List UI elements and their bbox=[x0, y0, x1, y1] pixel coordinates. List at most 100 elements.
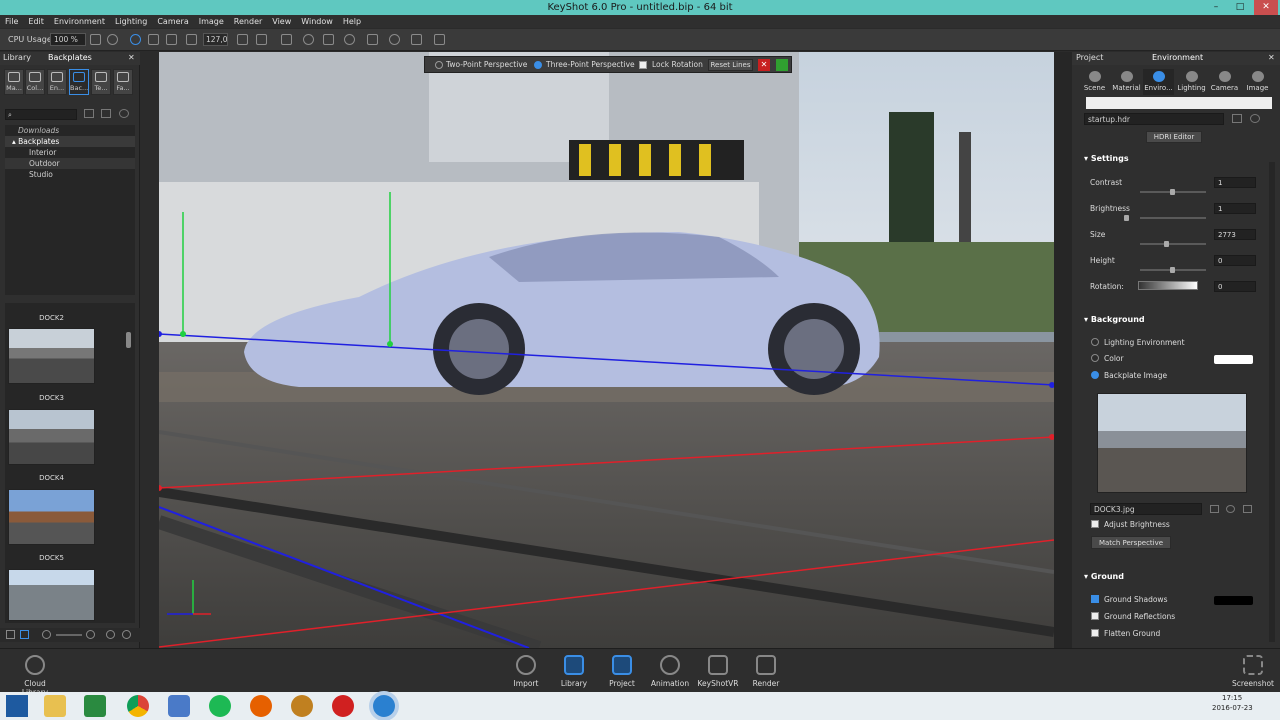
hdri-file-field[interactable]: startup.hdr bbox=[1084, 113, 1224, 125]
import-button[interactable]: Import bbox=[504, 655, 548, 688]
hdri-folder-icon[interactable] bbox=[1232, 114, 1242, 123]
tool-icon-4[interactable] bbox=[323, 34, 334, 45]
maximize-button[interactable]: □ bbox=[1228, 0, 1252, 15]
contrast-input[interactable]: 1 bbox=[1214, 177, 1256, 188]
library-close-icon[interactable]: ✕ bbox=[128, 52, 135, 64]
animation-button[interactable]: Animation bbox=[648, 655, 692, 688]
tab-material[interactable]: Material bbox=[1111, 69, 1142, 95]
library-search-input[interactable]: ⌕ bbox=[5, 109, 77, 120]
tab-backplates[interactable]: Bac... bbox=[69, 69, 89, 95]
tab-camera[interactable]: Camera bbox=[1209, 69, 1240, 95]
project-button[interactable]: Project bbox=[600, 655, 644, 688]
grid-view-icon[interactable] bbox=[20, 630, 29, 639]
tree-outdoor[interactable]: Outdoor bbox=[5, 158, 135, 169]
excel-icon[interactable] bbox=[84, 695, 106, 717]
tree-interior[interactable]: Interior bbox=[5, 147, 135, 158]
thumb-dock3[interactable] bbox=[8, 328, 95, 384]
background-header[interactable]: ▾ Background bbox=[1084, 315, 1145, 324]
tool-icon-1[interactable] bbox=[237, 34, 248, 45]
ground-shadows-checkbox[interactable] bbox=[1091, 595, 1099, 603]
settings-icon[interactable] bbox=[122, 630, 131, 639]
backplate-radio[interactable] bbox=[1091, 371, 1099, 379]
tool-icon-6[interactable] bbox=[367, 34, 378, 45]
tab-colors[interactable]: Col... bbox=[25, 69, 45, 95]
lighting-environment-radio[interactable] bbox=[1091, 338, 1099, 346]
thumb-dock5[interactable] bbox=[8, 489, 95, 545]
menu-lighting[interactable]: Lighting bbox=[110, 15, 152, 28]
refresh-library-icon[interactable] bbox=[119, 109, 129, 118]
rotation-input[interactable]: 0 bbox=[1214, 281, 1256, 292]
thumb-size-slider[interactable] bbox=[56, 634, 82, 636]
cpu-usage-select[interactable]: 100 % bbox=[50, 33, 86, 46]
camera-icon[interactable] bbox=[186, 34, 197, 45]
brightness-input[interactable]: 1 bbox=[1214, 203, 1256, 214]
size-knob[interactable] bbox=[1164, 241, 1169, 247]
zoom-out-icon[interactable] bbox=[42, 630, 51, 639]
panel-splitter[interactable] bbox=[1054, 52, 1072, 648]
minimize-button[interactable]: – bbox=[1204, 0, 1228, 15]
ground-reflections-checkbox[interactable] bbox=[1091, 612, 1099, 620]
keyshot-taskbar-icon[interactable] bbox=[373, 695, 395, 717]
menu-edit[interactable]: Edit bbox=[23, 15, 49, 28]
tool-icon-7[interactable] bbox=[389, 34, 400, 45]
hdri-reload-icon[interactable] bbox=[1250, 114, 1260, 123]
height-slider[interactable] bbox=[1140, 267, 1206, 273]
hdri-editor-button[interactable]: HDRI Editor bbox=[1146, 131, 1202, 143]
project-scrollbar[interactable] bbox=[1269, 162, 1275, 642]
ground-header[interactable]: ▾ Ground bbox=[1084, 572, 1124, 581]
close-button[interactable]: ✕ bbox=[1254, 0, 1278, 15]
record-icon[interactable] bbox=[332, 695, 354, 717]
start-icon[interactable] bbox=[6, 695, 28, 717]
height-knob[interactable] bbox=[1170, 267, 1175, 273]
color-radio[interactable] bbox=[1091, 354, 1099, 362]
size-slider[interactable] bbox=[1140, 241, 1206, 247]
reset-lines-button[interactable]: Reset Lines bbox=[708, 59, 753, 71]
fov-input[interactable]: 127,0 bbox=[203, 33, 228, 46]
render-button[interactable]: Render bbox=[744, 655, 788, 688]
menu-render[interactable]: Render bbox=[229, 15, 267, 28]
contrast-knob[interactable] bbox=[1170, 189, 1175, 195]
headphones-icon[interactable] bbox=[291, 695, 313, 717]
screenshot-button[interactable]: Screenshot bbox=[1230, 655, 1276, 688]
thumb-dock6[interactable] bbox=[8, 569, 95, 621]
firefox-icon[interactable] bbox=[250, 695, 272, 717]
cancel-icon[interactable]: ✕ bbox=[758, 59, 770, 71]
cloud-library-button[interactable]: Cloud Library bbox=[12, 655, 58, 697]
app-icon[interactable] bbox=[168, 695, 190, 717]
fit-icon[interactable] bbox=[148, 34, 159, 45]
tree-root[interactable]: Downloads bbox=[5, 125, 135, 136]
tab-lighting[interactable]: Lighting bbox=[1176, 69, 1207, 95]
tree-studio[interactable]: Studio bbox=[5, 169, 135, 180]
thumbnail-scrollbar[interactable] bbox=[126, 332, 131, 348]
cloud-icon[interactable] bbox=[106, 630, 115, 639]
lock-rotation-checkbox[interactable] bbox=[639, 61, 647, 69]
render-viewport[interactable] bbox=[159, 52, 1054, 648]
adjust-brightness-checkbox[interactable] bbox=[1091, 520, 1099, 528]
color-swatch[interactable] bbox=[1214, 355, 1253, 364]
download-icon[interactable] bbox=[166, 34, 177, 45]
tab-materials[interactable]: Ma... bbox=[4, 69, 24, 95]
tool-icon-3[interactable] bbox=[281, 34, 292, 45]
three-point-radio[interactable] bbox=[534, 61, 542, 69]
shadow-color-swatch[interactable] bbox=[1214, 596, 1253, 605]
accept-icon[interactable] bbox=[776, 59, 788, 71]
spotify-icon[interactable] bbox=[209, 695, 231, 717]
rotate-icon[interactable] bbox=[303, 34, 314, 45]
tab-environment[interactable]: Enviro... bbox=[1143, 69, 1174, 95]
tool-icon-8[interactable] bbox=[434, 34, 445, 45]
tab-environments[interactable]: En... bbox=[47, 69, 67, 95]
pause-icon[interactable] bbox=[90, 34, 101, 45]
match-perspective-button[interactable]: Match Perspective bbox=[1091, 536, 1171, 549]
brightness-slider[interactable] bbox=[1124, 215, 1206, 221]
size-input[interactable]: 2773 bbox=[1214, 229, 1256, 240]
performance-icon[interactable] bbox=[107, 34, 118, 45]
thumb-dock4[interactable] bbox=[8, 409, 95, 465]
perspective-match-icon[interactable] bbox=[411, 34, 422, 45]
tab-image[interactable]: Image bbox=[1242, 69, 1273, 95]
tool-icon-2[interactable] bbox=[256, 34, 267, 45]
tab-favorites[interactable]: Fa... bbox=[113, 69, 133, 95]
menu-camera[interactable]: Camera bbox=[152, 15, 193, 28]
backplate-file-field[interactable]: DOCK3.jpg bbox=[1090, 503, 1202, 515]
zoom-in-icon[interactable] bbox=[86, 630, 95, 639]
menu-file[interactable]: File bbox=[0, 15, 23, 28]
